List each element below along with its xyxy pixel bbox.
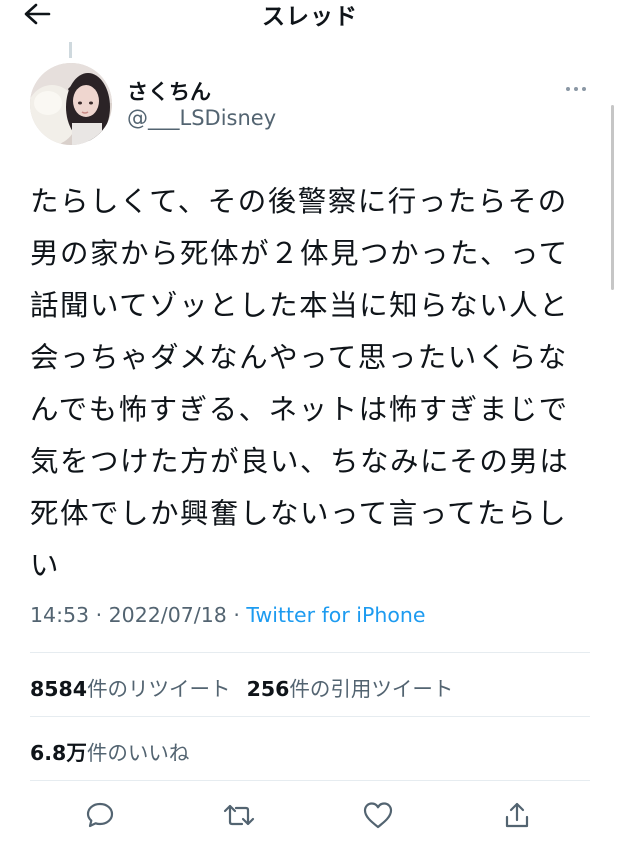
- quotes-link[interactable]: 256件の引用ツイート: [247, 677, 454, 701]
- retweet-button[interactable]: [219, 795, 259, 835]
- likes-stats[interactable]: 6.8万件のいいね: [30, 736, 189, 766]
- like-button[interactable]: [358, 795, 398, 835]
- divider: [30, 652, 590, 653]
- retweets-link[interactable]: 8584件のリツイート: [30, 677, 231, 701]
- author-handle[interactable]: @___LSDisney: [127, 106, 276, 130]
- avatar-photo: [30, 63, 112, 145]
- scrollbar[interactable]: [611, 105, 614, 290]
- share-button[interactable]: [497, 795, 537, 835]
- more-dot: [582, 87, 586, 91]
- quotes-label: 件の引用ツイート: [289, 677, 454, 701]
- tweet-thread-page: スレッド さくちん @___LSDisney たらしくて、その後警察に行ったらそ…: [0, 0, 620, 845]
- page-title: スレッド: [262, 4, 358, 30]
- tweet-source-link[interactable]: Twitter for iPhone: [246, 603, 425, 627]
- quotes-count: 256: [246, 677, 290, 701]
- retweets-count: 8584: [30, 677, 88, 701]
- reply-button[interactable]: [80, 795, 120, 835]
- author-display-name[interactable]: さくちん: [127, 76, 211, 106]
- tweet-meta: 14:53 · 2022/07/18 · Twitter for iPhone: [30, 603, 425, 627]
- thread-connector-line: [69, 42, 72, 58]
- divider: [30, 716, 590, 717]
- tweet-actions-bar: [0, 795, 620, 835]
- heart-icon: [363, 802, 393, 829]
- comment-icon: [86, 802, 114, 828]
- tweet-text: たらしくて、その後警察に行ったらその男の家から死体が２体見つかった、って話聞いて…: [30, 185, 570, 582]
- meta-separator: ·: [89, 603, 109, 627]
- divider: [30, 780, 590, 781]
- avatar[interactable]: [30, 63, 112, 145]
- retweet-icon: [223, 804, 255, 826]
- likes-count: 6.8万: [30, 741, 87, 765]
- top-bar: スレッド: [0, 0, 620, 40]
- tweet-time: 14:53: [30, 603, 90, 627]
- more-dot: [566, 87, 570, 91]
- likes-label: 件のいいね: [86, 741, 190, 765]
- retweets-label: 件のリツイート: [87, 677, 231, 701]
- more-dot: [574, 87, 578, 91]
- retweet-stats: 8584件のリツイート 256件の引用ツイート: [30, 672, 453, 702]
- meta-separator: ·: [226, 603, 247, 627]
- tweet-date: 2022/07/18: [108, 603, 227, 627]
- share-icon: [505, 802, 529, 828]
- more-options-button[interactable]: [560, 80, 592, 98]
